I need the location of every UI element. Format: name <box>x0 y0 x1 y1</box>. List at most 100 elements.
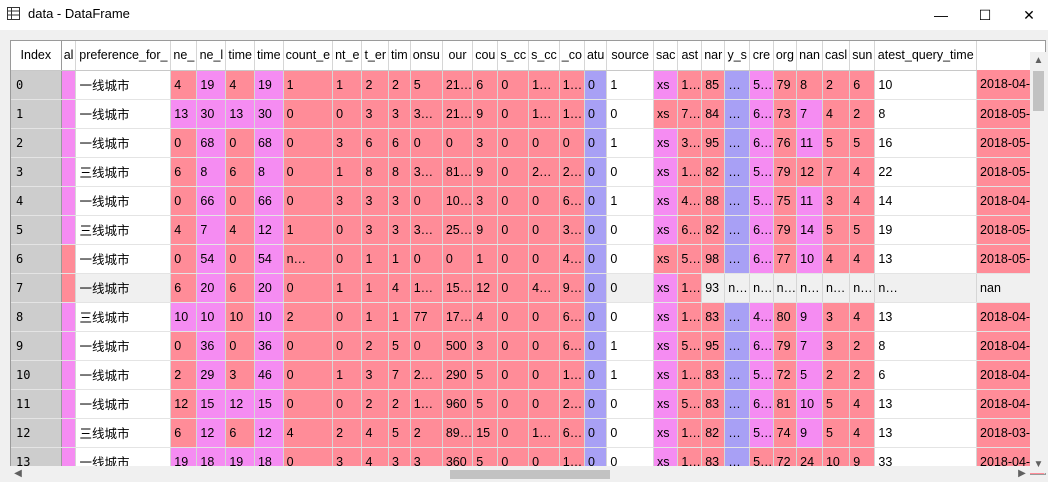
table-cell[interactable]: 79 <box>773 331 798 361</box>
table-cell[interactable]: 6 <box>170 418 198 448</box>
table-cell[interactable] <box>61 70 77 100</box>
table-cell[interactable]: 0 <box>283 360 334 390</box>
table-cell[interactable]: 0 <box>584 273 608 303</box>
table-cell[interactable]: 9 <box>472 215 499 245</box>
table-cell[interactable]: 6 <box>225 157 255 187</box>
table-cell[interactable]: 5 <box>472 360 499 390</box>
table-cell[interactable]: 三线城市 <box>75 302 172 332</box>
table-cell[interactable]: 29 <box>196 360 227 390</box>
column-header[interactable]: sun <box>849 41 876 71</box>
table-cell[interactable]: 三线城市 <box>75 157 172 187</box>
table-cell[interactable]: 0 <box>497 302 530 332</box>
table-cell[interactable]: 10… <box>442 186 474 216</box>
column-header[interactable]: count_e <box>283 41 334 71</box>
table-cell[interactable]: 11 <box>796 128 823 158</box>
table-cell[interactable]: 66 <box>254 186 284 216</box>
table-cell[interactable] <box>61 389 77 419</box>
table-cell[interactable]: 1 <box>606 70 654 100</box>
table-cell[interactable]: 7… <box>677 99 703 129</box>
table-cell[interactable]: 一线城市 <box>75 186 172 216</box>
table-cell[interactable] <box>61 244 77 274</box>
table-cell[interactable]: 66 <box>196 186 227 216</box>
table-cell[interactable]: 8 <box>388 157 411 187</box>
table-cell[interactable]: 2 <box>361 389 389 419</box>
table-cell[interactable]: 10 <box>874 70 978 100</box>
table-cell[interactable]: 0 <box>283 157 334 187</box>
table-cell[interactable]: 8 <box>874 99 978 129</box>
table-row[interactable]: 0 一线城市 4 19 4 19 1 1 2 2 5 21… 6 0 1… 1… 0 1 xs 1… 85… 5… 79 8 2… <box>11 70 1045 100</box>
table-cell[interactable]: 0 <box>606 99 654 129</box>
table-cell[interactable]: 0 <box>497 418 530 448</box>
table-cell[interactable]: 0 <box>170 331 198 361</box>
table-cell[interactable]: 一线城市 <box>75 273 172 303</box>
table-cell[interactable]: 5… <box>677 331 703 361</box>
table-cell[interactable]: 5 <box>849 215 876 245</box>
table-cell[interactable]: 12 <box>254 418 284 448</box>
table-cell[interactable]: 10 <box>225 302 255 332</box>
table-cell[interactable]: 5 <box>822 215 851 245</box>
table-cell[interactable]: 4 <box>849 389 876 419</box>
table-cell[interactable]: 6… <box>749 331 774 361</box>
table-cell[interactable]: 15… <box>442 273 474 303</box>
table-cell[interactable]: 9 <box>472 157 499 187</box>
table-cell[interactable]: xs <box>653 70 679 100</box>
table-row[interactable]: 5 三线城市 4 7 4 12 1 0 3 3 3… 25… 9 0 0 3… 0 0 xs 6… 82… 6… 79 14 5… <box>11 215 1045 245</box>
table-cell[interactable]: 30 <box>254 99 284 129</box>
table-cell[interactable]: 三线城市 <box>75 215 172 245</box>
table-cell[interactable]: … <box>724 302 751 332</box>
table-cell[interactable]: 4 <box>472 302 499 332</box>
table-cell[interactable]: 0 <box>225 244 255 274</box>
table-cell[interactable]: 0 <box>606 273 654 303</box>
column-header[interactable]: y_s <box>724 41 751 71</box>
table-cell[interactable]: 6 <box>472 70 499 100</box>
table-cell[interactable]: 5 <box>796 360 823 390</box>
table-cell[interactable]: 0 <box>410 331 443 361</box>
table-cell[interactable]: 960 <box>442 389 474 419</box>
table-cell[interactable]: … <box>724 99 751 129</box>
table-cell[interactable]: 20 <box>254 273 284 303</box>
table-cell[interactable]: 3 <box>472 128 499 158</box>
table-cell[interactable]: 68 <box>196 128 227 158</box>
table-cell[interactable]: 0 <box>283 128 334 158</box>
table-cell[interactable]: 0 <box>283 186 334 216</box>
table-cell[interactable]: 0 <box>528 186 560 216</box>
table-cell[interactable]: 0 <box>497 70 530 100</box>
table-cell[interactable]: 6 <box>388 128 411 158</box>
table-cell[interactable]: 0 <box>584 331 608 361</box>
table-cell[interactable]: 12 <box>472 273 499 303</box>
table-cell[interactable]: xs <box>653 389 679 419</box>
table-cell[interactable]: 5… <box>677 244 703 274</box>
table-cell[interactable]: 4 <box>849 186 876 216</box>
table-cell[interactable]: 73 <box>773 99 798 129</box>
table-cell[interactable]: xs <box>653 99 679 129</box>
table-cell[interactable]: 1 <box>388 244 411 274</box>
table-cell[interactable]: 13 <box>874 302 978 332</box>
table-cell[interactable]: 7 <box>388 360 411 390</box>
table-cell[interactable]: 0 <box>225 331 255 361</box>
table-cell[interactable]: 9 <box>472 99 499 129</box>
table-cell[interactable]: xs <box>653 302 679 332</box>
table-cell[interactable]: 30 <box>196 99 227 129</box>
table-cell[interactable]: 一线城市 <box>75 331 172 361</box>
dataframe-grid[interactable]: Index al preference_for_ ne_ ne_l time time cou… <box>10 40 1046 475</box>
table-cell[interactable]: 25… <box>442 215 474 245</box>
table-cell[interactable]: 3 <box>225 360 255 390</box>
table-cell[interactable]: 83 <box>701 302 726 332</box>
table-row[interactable]: 6 一线城市 0 54 0 54 n… 0 1 1 0 0 1 0 0 4… 0 0 xs 5… 98… 6… 77 10 4 4… <box>11 244 1045 274</box>
table-cell[interactable]: 10 <box>796 244 823 274</box>
table-cell[interactable]: 290 <box>442 360 474 390</box>
table-cell[interactable]: 1 <box>606 360 654 390</box>
table-cell[interactable]: 0 <box>332 215 363 245</box>
table-cell[interactable]: 54 <box>196 244 227 274</box>
table-cell[interactable]: 2 <box>849 99 876 129</box>
table-cell[interactable]: 15 <box>472 418 499 448</box>
column-header[interactable]: nar <box>701 41 726 71</box>
table-cell[interactable]: 0 <box>410 186 443 216</box>
table-cell[interactable]: 2 <box>361 70 389 100</box>
vertical-scrollbar[interactable]: ▲ ▼ <box>1030 52 1047 473</box>
table-cell[interactable]: 5 <box>822 128 851 158</box>
table-cell[interactable]: 46 <box>254 360 284 390</box>
table-cell[interactable]: 6… <box>559 418 585 448</box>
column-header[interactable]: org <box>773 41 798 71</box>
table-cell[interactable]: … <box>724 244 751 274</box>
